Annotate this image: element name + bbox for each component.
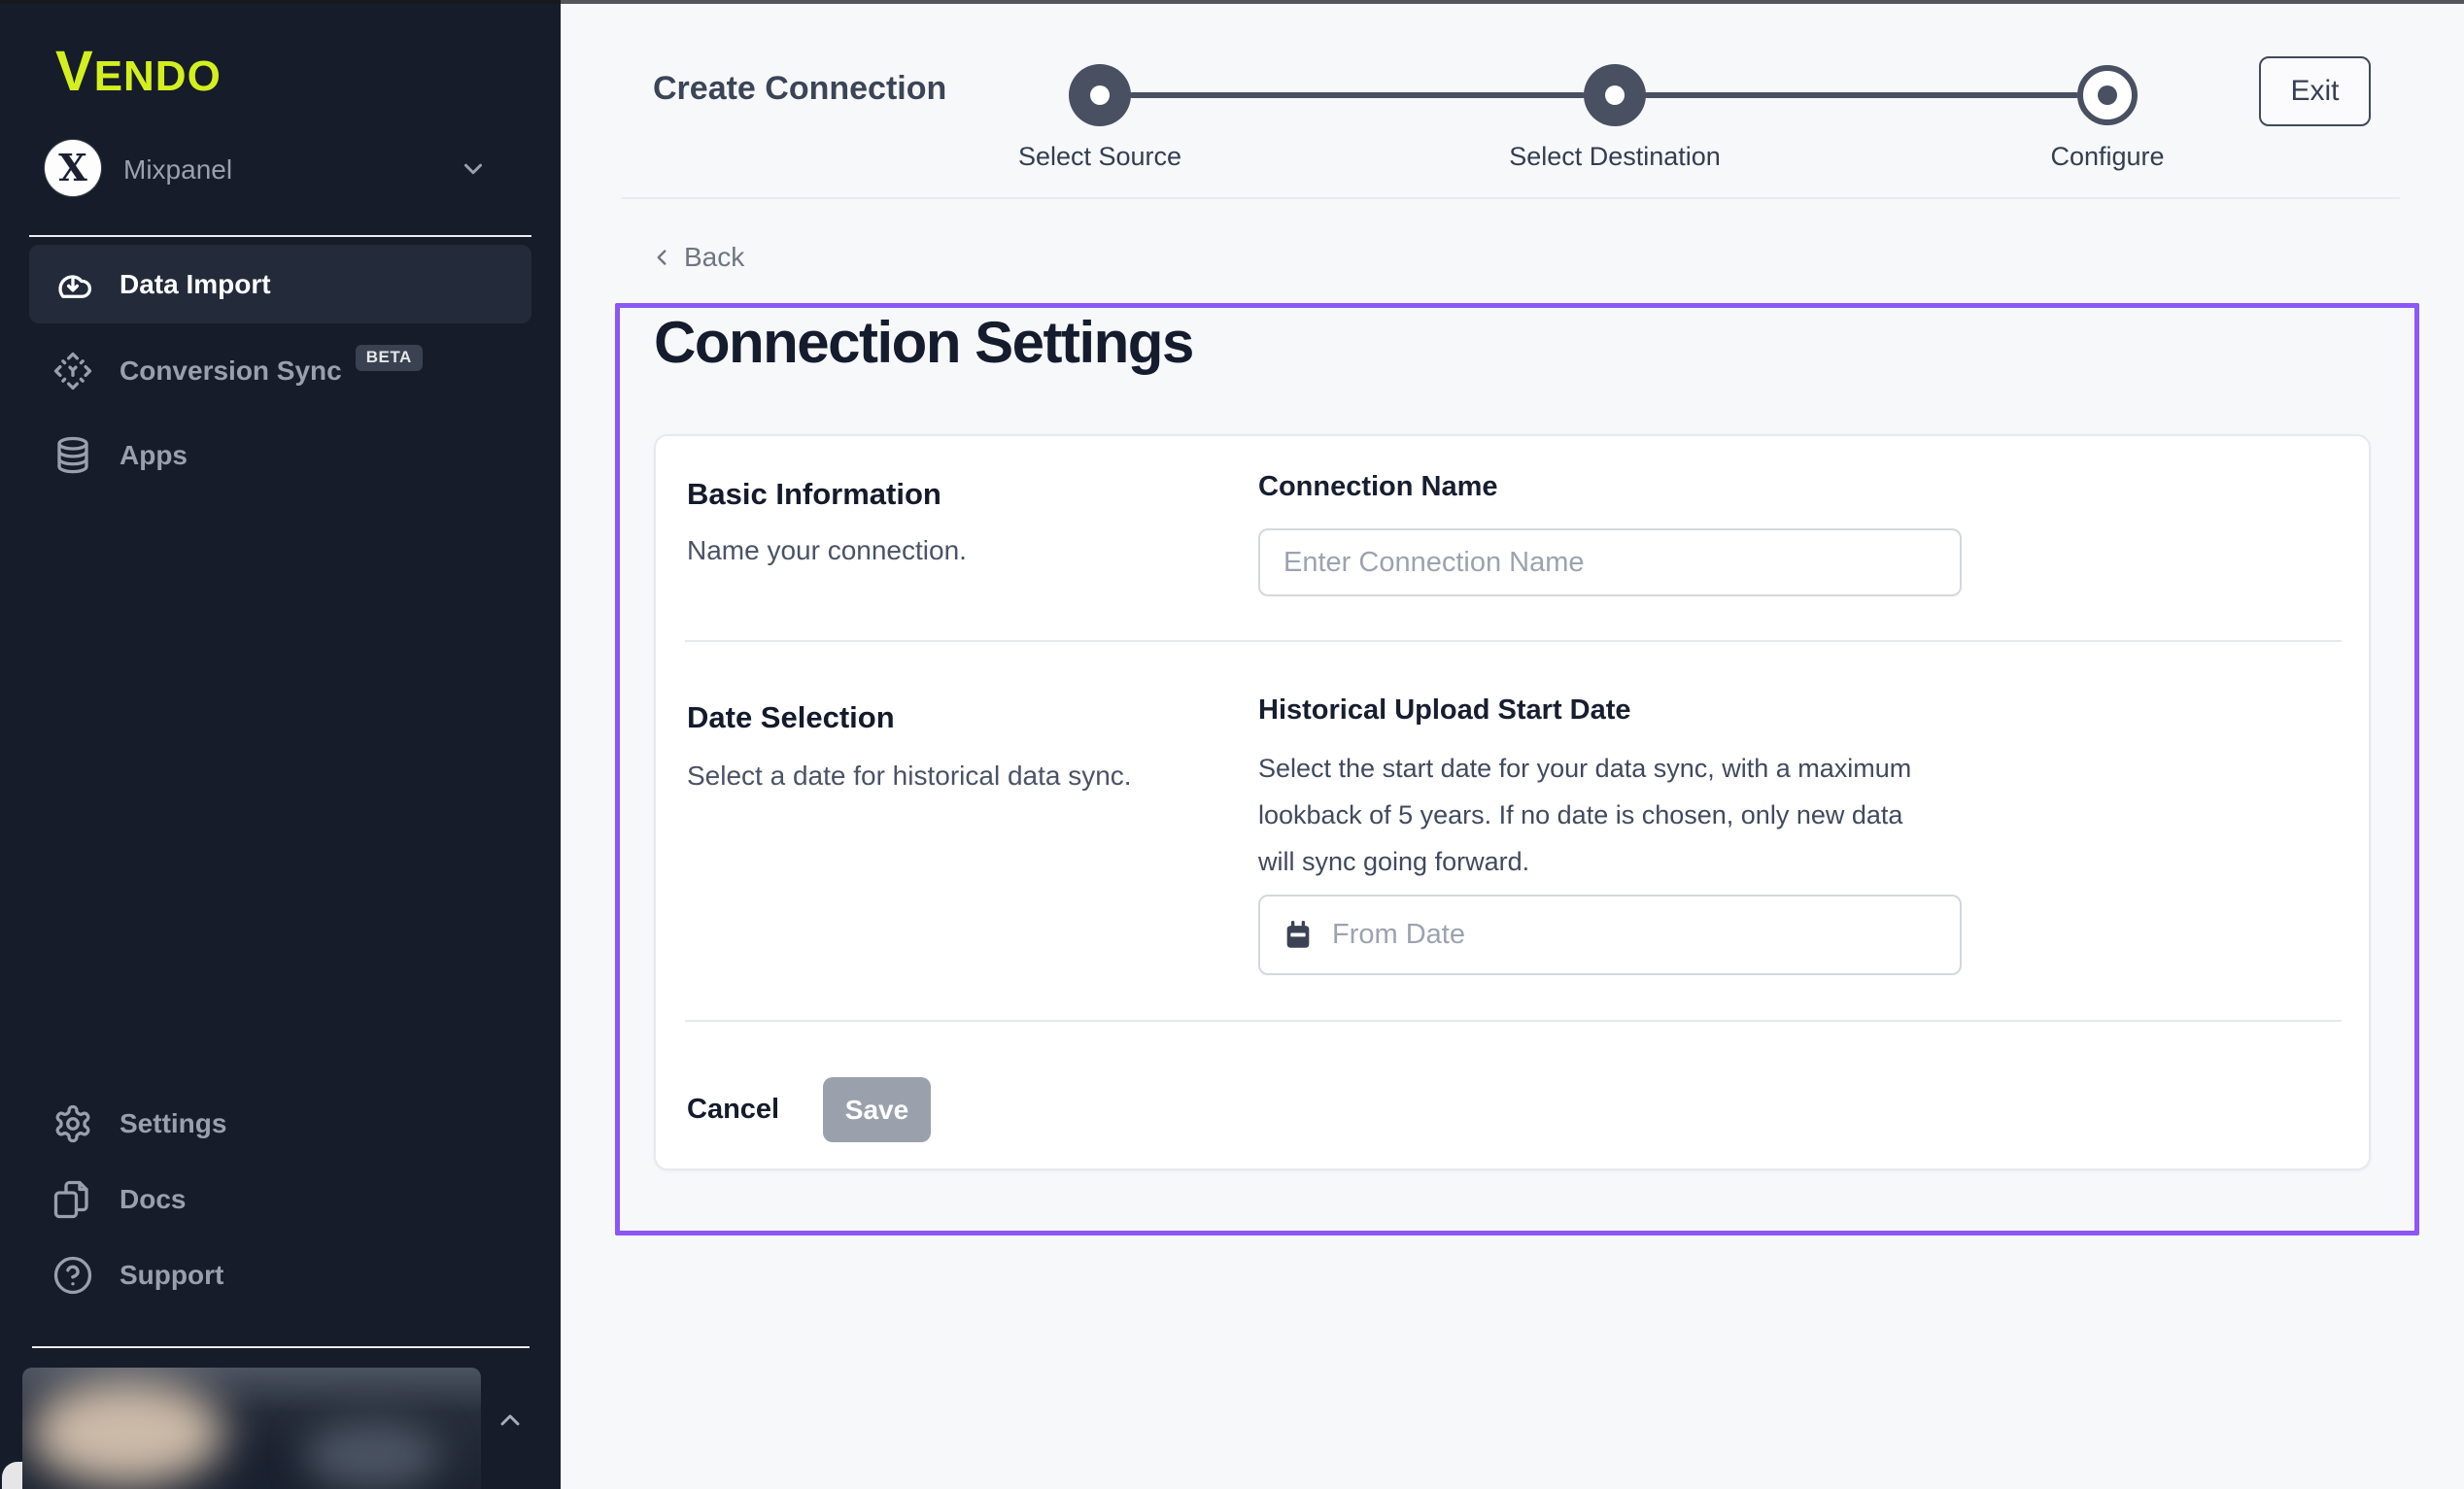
blur-blob	[304, 1421, 440, 1489]
basic-information-description: Name your connection.	[687, 535, 967, 566]
sidebar-item-conversion-sync[interactable]: Conversion Sync BETA	[29, 331, 531, 410]
window-edge-strip-main	[561, 0, 2464, 4]
sidebar-item-support[interactable]: Support	[29, 1235, 531, 1314]
card-divider	[685, 1020, 2342, 1022]
date-selection-description: Select a date for historical data sync.	[687, 761, 1132, 792]
sidebar-divider-bottom	[32, 1346, 530, 1348]
sidebar-item-label: Docs	[120, 1184, 186, 1215]
back-label: Back	[684, 242, 744, 273]
mixpanel-x-icon: X	[58, 150, 86, 186]
chevron-down-icon	[459, 154, 488, 184]
from-date-placeholder: From Date	[1332, 919, 1465, 951]
blurred-avatar	[30, 1379, 224, 1486]
beta-badge: BETA	[356, 345, 423, 371]
move-arrows-icon	[52, 351, 93, 391]
vendo-logo: VENDO	[55, 43, 222, 106]
cloud-download-icon	[52, 264, 93, 305]
from-date-input[interactable]: From Date	[1258, 895, 1962, 975]
chevron-left-icon	[649, 245, 674, 270]
save-button[interactable]: Save	[823, 1077, 931, 1142]
stepper-connector	[1129, 92, 1586, 98]
sidebar-divider-top	[29, 235, 531, 237]
docs-icon	[52, 1179, 93, 1220]
back-link[interactable]: Back	[649, 240, 744, 275]
historical-upload-label: Historical Upload Start Date	[1258, 694, 1631, 727]
historical-upload-help-text: Select the start date for your data sync…	[1258, 745, 1938, 885]
user-account-card-blurred[interactable]	[22, 1368, 481, 1489]
step-marker-configure	[2077, 65, 2138, 125]
mixpanel-avatar: X	[45, 140, 101, 196]
exit-button[interactable]: Exit	[2259, 56, 2371, 126]
basic-information-heading: Basic Information	[687, 477, 941, 512]
sidebar-item-apps[interactable]: Apps	[29, 416, 531, 494]
gear-icon	[52, 1103, 93, 1144]
window-edge-strip-left	[0, 0, 561, 4]
help-icon	[52, 1255, 93, 1296]
sidebar-item-settings[interactable]: Settings	[29, 1084, 531, 1163]
date-selection-heading: Date Selection	[687, 700, 895, 735]
sidebar-item-label: Data Import	[120, 269, 271, 300]
connection-name-label: Connection Name	[1258, 471, 1498, 503]
sidebar-item-data-import[interactable]: Data Import	[29, 245, 531, 323]
cancel-button[interactable]: Cancel	[687, 1089, 779, 1130]
sidebar-item-docs[interactable]: Docs	[29, 1160, 531, 1238]
stepper-connector	[1644, 92, 2079, 98]
sidebar: VENDO X Mixpanel Data Import Co	[0, 0, 561, 1489]
connection-name-input[interactable]	[1258, 528, 1962, 596]
page-title: Create Connection	[653, 70, 946, 108]
chevron-up-icon[interactable]	[495, 1404, 526, 1434]
section-title: Connection Settings	[654, 309, 1193, 376]
sidebar-item-label: Apps	[120, 440, 188, 471]
sidebar-item-label: Settings	[120, 1108, 226, 1139]
database-icon	[52, 435, 93, 476]
sidebar-item-label: Conversion Sync	[120, 355, 342, 387]
workspace-switcher[interactable]: X Mixpanel	[29, 136, 531, 202]
step-label: Select Destination	[1440, 142, 1790, 172]
workspace-name: Mixpanel	[123, 154, 232, 186]
card-divider	[685, 640, 2342, 642]
header-divider	[622, 197, 2400, 199]
sidebar-item-label: Support	[120, 1260, 223, 1291]
step-marker-select-source	[1069, 64, 1131, 126]
calendar-icon	[1282, 919, 1315, 952]
step-label: Select Source	[925, 142, 1275, 172]
step-label: Configure	[1933, 142, 2282, 172]
connection-settings-card: Basic Information Name your connection. …	[654, 434, 2371, 1170]
step-marker-select-destination	[1584, 64, 1646, 126]
